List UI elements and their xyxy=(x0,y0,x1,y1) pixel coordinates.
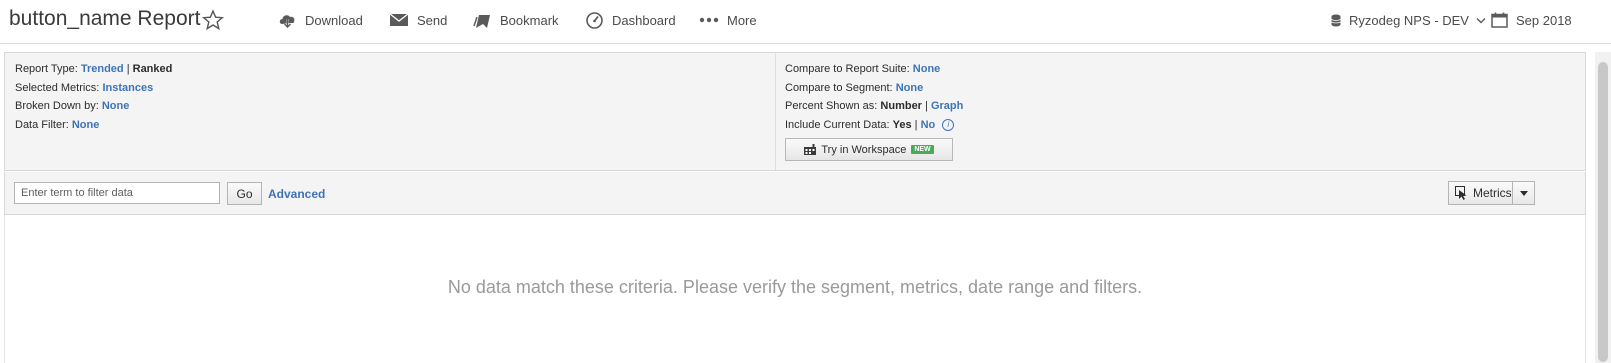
date-label: Sep 2018 xyxy=(1516,12,1572,28)
separator: | xyxy=(925,100,928,113)
more-label: More xyxy=(727,12,757,28)
include-yes-option: Yes xyxy=(892,118,912,131)
gauge-icon xyxy=(586,12,603,29)
trended-link[interactable]: Trended xyxy=(81,63,124,75)
send-label: Send xyxy=(417,12,448,28)
broken-down-link[interactable]: None xyxy=(102,100,130,112)
report-suite-selector[interactable]: Ryzodeg NPS - DEV xyxy=(1331,10,1486,30)
go-button[interactable]: Go xyxy=(227,182,262,205)
ellipsis-icon xyxy=(699,17,719,23)
filter-input[interactable] xyxy=(14,182,220,204)
data-filter-link[interactable]: None xyxy=(72,119,100,131)
separator: | xyxy=(126,63,130,75)
metrics-label: Metrics xyxy=(1473,186,1512,200)
report-settings-panel: Report Type: Trended | Ranked Selected M… xyxy=(4,52,1586,171)
no-data-message: No data match these criteria. Please ver… xyxy=(447,277,1143,297)
percent-shown-label: Percent Shown as: xyxy=(785,100,878,113)
compare-segment-label: Compare to Segment: xyxy=(785,81,893,94)
filter-bar: Go Advanced Metrics xyxy=(4,172,1586,215)
chevron-down-icon xyxy=(1476,17,1486,23)
column-divider xyxy=(775,53,776,170)
page-title: button_name Report xyxy=(9,7,201,30)
include-current-label: Include Current Data: xyxy=(785,118,890,131)
cursor-select-icon xyxy=(1455,186,1467,200)
bookmark-label: Bookmark xyxy=(500,12,559,28)
vertical-scrollbar[interactable] xyxy=(1595,52,1611,363)
workspace-label: Try in Workspace xyxy=(821,143,907,156)
data-filter-label: Data Filter: xyxy=(15,118,69,131)
percent-number-option: Number xyxy=(880,100,922,113)
ranked-option: Ranked xyxy=(132,63,173,75)
data-filter-row: Data Filter: None xyxy=(15,116,172,135)
favorite-star-icon[interactable] xyxy=(202,9,224,31)
bookmark-button[interactable]: Bookmark xyxy=(473,10,559,30)
date-selector[interactable]: Sep 2018 xyxy=(1491,10,1572,30)
calendar-icon xyxy=(1491,12,1508,28)
metrics-button[interactable]: Metrics xyxy=(1448,181,1535,205)
more-button[interactable]: More xyxy=(699,10,757,30)
workspace-icon xyxy=(804,144,817,155)
database-icon xyxy=(1331,14,1341,26)
metrics-main-button[interactable]: Metrics xyxy=(1449,182,1513,204)
include-no-link[interactable]: No xyxy=(921,119,936,131)
advanced-link[interactable]: Advanced xyxy=(268,187,325,201)
separator: | xyxy=(914,118,918,131)
scrollbar-thumb[interactable] xyxy=(1598,62,1608,362)
settings-left-column: Report Type: Trended | Ranked Selected M… xyxy=(15,60,172,134)
dashboard-label: Dashboard xyxy=(612,12,676,28)
send-button[interactable]: Send xyxy=(389,10,447,30)
report-type-label: Report Type: xyxy=(15,63,78,75)
compare-suite-row: Compare to Report Suite: None xyxy=(785,60,963,79)
top-bar: button_name Report Download Send Bookmar… xyxy=(0,0,1611,44)
download-button[interactable]: Download xyxy=(278,10,363,30)
try-in-workspace-button[interactable]: Try in Workspace NEW xyxy=(785,138,953,161)
compare-suite-link[interactable]: None xyxy=(913,63,941,75)
report-content-area: No data match these criteria. Please ver… xyxy=(4,215,1586,363)
percent-shown-row: Percent Shown as: Number | Graph xyxy=(785,97,963,116)
envelope-icon xyxy=(389,13,409,26)
info-icon[interactable]: i xyxy=(942,118,955,131)
selected-metrics-link[interactable]: Instances xyxy=(102,82,153,94)
bookmark-icon xyxy=(473,14,490,28)
selected-metrics-row: Selected Metrics: Instances xyxy=(15,79,172,98)
compare-segment-link[interactable]: None xyxy=(896,82,924,94)
include-current-row: Include Current Data: Yes | No i xyxy=(785,116,963,135)
download-label: Download xyxy=(305,12,363,28)
dashboard-button[interactable]: Dashboard xyxy=(585,10,676,30)
broken-down-label: Broken Down by: xyxy=(15,100,99,113)
report-type-row: Report Type: Trended | Ranked xyxy=(15,60,172,79)
compare-segment-row: Compare to Segment: None xyxy=(785,79,963,98)
selected-metrics-label: Selected Metrics: xyxy=(15,81,100,94)
metrics-dropdown-toggle[interactable] xyxy=(1513,182,1534,204)
report-suite-label: Ryzodeg NPS - DEV xyxy=(1349,12,1469,28)
settings-right-column: Compare to Report Suite: None Compare to… xyxy=(785,60,963,161)
cloud-download-icon xyxy=(279,14,295,28)
compare-suite-label: Compare to Report Suite: xyxy=(785,63,910,75)
broken-down-row: Broken Down by: None xyxy=(15,97,172,116)
percent-graph-link[interactable]: Graph xyxy=(931,100,963,112)
caret-down-icon xyxy=(1519,190,1528,196)
new-badge: NEW xyxy=(911,145,934,154)
